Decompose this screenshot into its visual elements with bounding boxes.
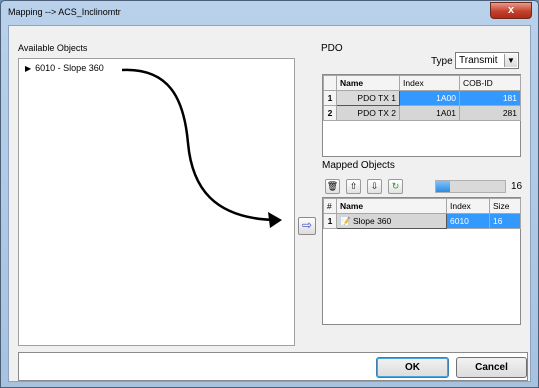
mapped-name-cell[interactable]: 📝 Slope 360 <box>336 213 447 229</box>
move-down-button[interactable]: ⇩ <box>367 179 382 194</box>
arrow-right-icon: ⇨ <box>301 218 313 232</box>
pdo-index-cell[interactable]: 1A00 <box>399 90 460 106</box>
pdo-table: Name Index COB-ID 1 PDO TX 1 1A00 181 2 … <box>322 74 521 157</box>
mapped-index-cell[interactable]: 6010 <box>446 213 490 229</box>
tree-item-label: 6010 - Slope 360 <box>35 63 104 73</box>
pdo-table-header: Name Index COB-ID <box>323 75 521 91</box>
mapped-col-name[interactable]: Name <box>336 198 447 214</box>
type-select-value: Transmit <box>459 55 498 66</box>
tree-item-6010[interactable]: ▶ 6010 - Slope 360 <box>25 63 104 73</box>
window-title: Mapping --> ACS_Inclinomtr <box>8 7 121 17</box>
ok-button[interactable]: OK <box>376 357 449 378</box>
mapped-size-cell[interactable]: 16 <box>489 213 521 229</box>
triangle-right-icon[interactable]: ▶ <box>25 64 31 73</box>
mapped-objects-label: Mapped Objects <box>322 160 395 171</box>
mapping-progress-bar <box>435 180 506 193</box>
row-number: 1 <box>323 90 337 106</box>
close-icon: x <box>507 4 515 16</box>
move-up-button[interactable]: ⇧ <box>346 179 361 194</box>
refresh-button[interactable]: ↻ <box>388 179 403 194</box>
row-number: 1 <box>323 213 337 229</box>
type-select[interactable]: Transmit ▼ <box>455 52 519 69</box>
curved-arrow-annotation <box>121 68 282 228</box>
row-number: 2 <box>323 105 337 121</box>
pdo-col-num <box>323 75 337 91</box>
mapped-col-size[interactable]: Size <box>489 198 521 214</box>
mapped-name-text: Slope 360 <box>352 215 392 226</box>
table-row[interactable]: 1 📝 Slope 360 6010 16 <box>323 213 521 229</box>
pdo-cobid-cell[interactable]: 181 <box>459 90 521 106</box>
type-label: Type <box>431 56 453 67</box>
dialog-body: Available Objects ▶ 6010 - Slope 360 ⇨ PD… <box>8 25 531 382</box>
edit-icon: 📝 <box>340 215 351 226</box>
arrow-up-icon: ⇧ <box>349 181 358 191</box>
pdo-col-name[interactable]: Name <box>336 75 400 91</box>
pdo-col-index[interactable]: Index <box>399 75 460 91</box>
cancel-button[interactable]: Cancel <box>456 357 527 378</box>
mapped-objects-table: # Name Index Size 1 📝 Slope 360 6010 16 <box>322 197 521 325</box>
mapped-col-index[interactable]: Index <box>446 198 490 214</box>
mapped-bit-count: 16 <box>511 181 523 192</box>
table-row[interactable]: 1 PDO TX 1 1A00 181 <box>323 90 521 106</box>
mapping-dialog: Mapping --> ACS_Inclinomtr x Available O… <box>0 0 539 388</box>
close-button[interactable]: x <box>490 2 532 19</box>
pdo-index-cell[interactable]: 1A01 <box>399 105 460 121</box>
refresh-icon: ↻ <box>391 181 400 191</box>
chevron-down-icon[interactable]: ▼ <box>504 54 517 67</box>
pdo-name-cell[interactable]: PDO TX 1 <box>336 90 400 106</box>
map-object-button[interactable]: ⇨ <box>298 217 316 235</box>
pdo-label: PDO <box>321 43 343 54</box>
mapped-table-header: # Name Index Size <box>323 198 521 214</box>
pdo-col-cobid[interactable]: COB-ID <box>459 75 521 91</box>
trash-icon: 🗑 <box>326 181 339 191</box>
table-row[interactable]: 2 PDO TX 2 1A01 281 <box>323 105 521 121</box>
title-bar[interactable]: Mapping --> ACS_Inclinomtr x <box>1 1 538 23</box>
progress-fill <box>436 181 450 192</box>
button-bar: OK Cancel <box>18 352 528 381</box>
delete-button[interactable]: 🗑 <box>325 179 340 194</box>
available-objects-label: Available Objects <box>18 43 88 53</box>
pdo-cobid-cell[interactable]: 281 <box>459 105 521 121</box>
pdo-name-cell[interactable]: PDO TX 2 <box>336 105 400 121</box>
arrow-down-icon: ⇩ <box>370 181 379 191</box>
mapped-col-num: # <box>323 198 337 214</box>
